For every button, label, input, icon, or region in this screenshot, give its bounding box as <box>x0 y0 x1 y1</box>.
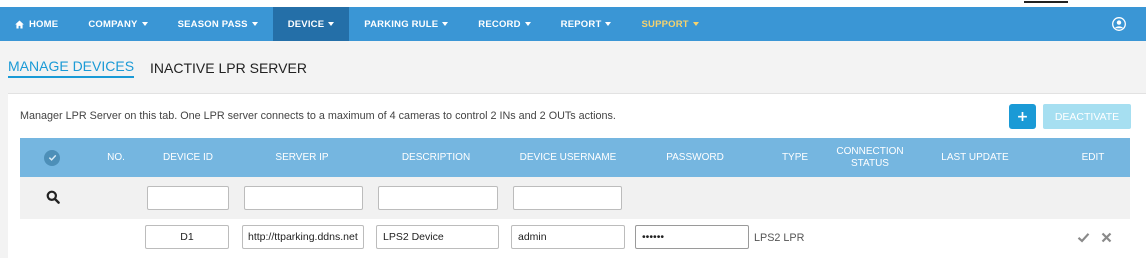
header-last-update: LAST UPDATE <box>941 151 1009 163</box>
device-id-field[interactable]: D1 <box>145 225 229 249</box>
top-strip <box>0 0 1146 7</box>
filter-row <box>20 177 1130 219</box>
description-field[interactable]: LPS2 Device <box>376 225 499 249</box>
info-text: Manager LPR Server on this tab. One LPR … <box>20 110 616 122</box>
caret-down-icon <box>692 22 699 26</box>
header-device-username: DEVICE USERNAME <box>519 151 617 163</box>
caret-down-icon <box>141 22 148 26</box>
header-type: TYPE <box>781 151 809 163</box>
header-device-id: DEVICE ID <box>162 151 213 163</box>
check-icon <box>48 154 56 161</box>
search-icon <box>46 190 60 204</box>
table-header: NO. DEVICE ID SERVER IP DESCRIPTION DEVI… <box>20 138 1130 177</box>
tab-manage-devices[interactable]: MANAGE DEVICES <box>8 58 135 78</box>
select-all-cell <box>40 138 64 177</box>
username-field[interactable]: admin <box>511 225 625 249</box>
cropped-text-fragment <box>1024 0 1068 3</box>
device-tabs: MANAGE DEVICES INACTIVE LPR SERVER <box>8 58 307 78</box>
header-connection-status: CONNECTION STATUS <box>836 145 904 169</box>
nav-company-label: COMPANY <box>88 18 138 30</box>
nav-parking-rule-label: PARKING RULE <box>364 18 439 30</box>
server-ip-field[interactable]: http://ttparking.ddns.net <box>242 225 364 249</box>
caret-down-icon <box>442 22 449 26</box>
caret-down-icon <box>605 22 612 26</box>
header-no: NO. <box>107 151 125 163</box>
header-password: PASSWORD <box>666 151 724 163</box>
nav-device-label: DEVICE <box>287 18 325 30</box>
nav-company[interactable]: COMPANY <box>73 7 162 41</box>
select-all-checkbox[interactable] <box>44 149 60 166</box>
cancel-x-icon[interactable] <box>1100 231 1113 244</box>
description-filter[interactable] <box>378 186 498 210</box>
nav-home-label: HOME <box>29 18 59 30</box>
main-navbar: HOME COMPANY SEASON PASS DEVICE PARKING … <box>0 7 1146 41</box>
username-filter[interactable] <box>513 186 622 210</box>
nav-record-label: RECORD <box>478 18 521 30</box>
server-ip-filter[interactable] <box>244 186 363 210</box>
deactivate-button[interactable]: DEACTIVATE <box>1043 104 1131 129</box>
nav-parking-rule[interactable]: PARKING RULE <box>349 7 463 41</box>
device-type-text: LPS2 LPR <box>754 232 805 244</box>
header-description: DESCRIPTION <box>401 151 471 163</box>
nav-home[interactable]: HOME <box>0 7 73 41</box>
add-device-button[interactable]: + <box>1009 104 1036 129</box>
password-field[interactable]: •••••• <box>635 225 749 249</box>
save-check-icon[interactable] <box>1077 231 1090 244</box>
tab-inactive-lpr-server[interactable]: INACTIVE LPR SERVER <box>150 60 307 78</box>
device-id-filter[interactable] <box>147 186 229 210</box>
nav-report-label: REPORT <box>560 18 602 30</box>
table-row: D1 http://ttparking.ddns.net LPS2 Device… <box>20 219 1130 258</box>
caret-down-icon <box>524 22 531 26</box>
caret-down-icon <box>328 22 335 26</box>
home-icon <box>15 19 24 29</box>
user-circle-icon[interactable] <box>1112 17 1126 31</box>
devices-panel: Manager LPR Server on this tab. One LPR … <box>8 93 1146 258</box>
caret-down-icon <box>251 22 258 26</box>
nav-support-label: SUPPORT <box>641 18 689 30</box>
nav-support[interactable]: SUPPORT <box>626 7 713 41</box>
nav-record[interactable]: RECORD <box>463 7 545 41</box>
nav-season-pass-label: SEASON PASS <box>177 18 248 30</box>
nav-report[interactable]: REPORT <box>546 7 627 41</box>
nav-season-pass[interactable]: SEASON PASS <box>163 7 273 41</box>
nav-device[interactable]: DEVICE <box>272 7 350 41</box>
header-edit: EDIT <box>1081 151 1105 163</box>
header-server-ip: SERVER IP <box>275 151 329 163</box>
